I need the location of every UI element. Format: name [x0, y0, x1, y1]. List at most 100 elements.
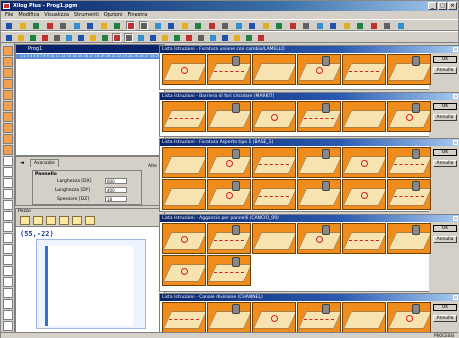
- machining-tool-21-icon[interactable]: [3, 266, 13, 276]
- open-icon[interactable]: [288, 21, 297, 30]
- collapse-icon[interactable]: ◄: [20, 160, 28, 166]
- machining-tool-26-icon[interactable]: [3, 321, 13, 331]
- view-right-icon[interactable]: [59, 216, 69, 225]
- rect-icon[interactable]: [196, 33, 205, 42]
- line-icon[interactable]: [160, 33, 169, 42]
- instruction-cell[interactable]: [297, 223, 341, 254]
- drill-icon[interactable]: [220, 33, 229, 42]
- instruction-cell[interactable]: [342, 223, 386, 254]
- rect-icon[interactable]: [52, 33, 61, 42]
- arc-icon[interactable]: [172, 33, 181, 42]
- print-icon[interactable]: [45, 21, 54, 30]
- close-button[interactable]: ×: [448, 2, 457, 10]
- instruction-cell[interactable]: [252, 179, 296, 210]
- instruction-cell[interactable]: [342, 147, 386, 178]
- instruction-cell[interactable]: [252, 223, 296, 254]
- instruction-cell[interactable]: [207, 54, 251, 85]
- instruction-cell[interactable]: [162, 179, 206, 210]
- instruction-cell[interactable]: [387, 101, 431, 132]
- machining-tool-6-icon[interactable]: [3, 101, 13, 111]
- machining-tool-12-icon[interactable]: [3, 167, 13, 177]
- machining-tool-24-icon[interactable]: [3, 299, 13, 309]
- instruction-cell[interactable]: [162, 302, 206, 333]
- grid-icon[interactable]: [220, 21, 229, 30]
- zoom-icon[interactable]: [166, 21, 175, 30]
- instruction-cell[interactable]: [297, 54, 341, 85]
- instruction-cell[interactable]: [297, 147, 341, 178]
- text-icon[interactable]: [64, 33, 73, 42]
- redo-icon[interactable]: [382, 21, 391, 30]
- length-field[interactable]: 400: [105, 187, 127, 193]
- circle-icon[interactable]: [184, 33, 193, 42]
- line-icon[interactable]: [16, 33, 25, 42]
- measure-icon[interactable]: [261, 21, 270, 30]
- instruction-cell[interactable]: [387, 223, 431, 254]
- instruction-cell[interactable]: [342, 101, 386, 132]
- instruction-cell[interactable]: [297, 302, 341, 333]
- instruction-cell[interactable]: [297, 101, 341, 132]
- tab-advanced[interactable]: Avanzate: [30, 159, 59, 167]
- pocket-icon[interactable]: [112, 33, 121, 42]
- instruction-cell[interactable]: [387, 54, 431, 85]
- menu-options[interactable]: Opzioni: [104, 12, 123, 18]
- cut-icon[interactable]: [244, 33, 253, 42]
- pointer-icon[interactable]: [148, 33, 157, 42]
- machining-tool-18-icon[interactable]: [3, 233, 13, 243]
- instruction-cell[interactable]: [162, 255, 206, 286]
- machining-tool-3-icon[interactable]: [3, 68, 13, 78]
- ok-button[interactable]: OK: [433, 304, 457, 311]
- ok-button[interactable]: OK: [433, 225, 457, 232]
- pointer-icon[interactable]: [4, 33, 13, 42]
- close-icon[interactable]: [453, 94, 458, 99]
- cancel-button[interactable]: Annulla: [433, 315, 457, 322]
- machining-tool-14-icon[interactable]: [3, 189, 13, 199]
- instruction-cell[interactable]: [387, 302, 431, 333]
- move-icon[interactable]: [153, 21, 162, 30]
- instruction-cell[interactable]: [162, 223, 206, 254]
- machining-tool-15-icon[interactable]: [3, 200, 13, 210]
- instruction-cell[interactable]: [162, 101, 206, 132]
- menu-edit[interactable]: Modifica: [18, 12, 39, 18]
- instruction-cell[interactable]: [207, 255, 251, 286]
- machining-tool-1-icon[interactable]: [3, 46, 13, 56]
- tool-icon[interactable]: [396, 21, 405, 30]
- menu-view[interactable]: Visualizza: [44, 12, 69, 18]
- instruction-cell[interactable]: [207, 302, 251, 333]
- instruction-cell[interactable]: [207, 101, 251, 132]
- instruction-cell[interactable]: [162, 54, 206, 85]
- help-icon[interactable]: [207, 21, 216, 30]
- instruction-cell[interactable]: [387, 147, 431, 178]
- instruction-cell[interactable]: [342, 179, 386, 210]
- machining-tool-20-icon[interactable]: [3, 255, 13, 265]
- paste-icon[interactable]: [85, 21, 94, 30]
- cancel-button[interactable]: Annulla: [433, 160, 457, 167]
- paste-icon[interactable]: [355, 21, 364, 30]
- menu-tools[interactable]: Strumenti: [74, 12, 99, 18]
- copy-icon[interactable]: [342, 21, 351, 30]
- machining-tool-11-icon[interactable]: [3, 156, 13, 166]
- view-back-icon[interactable]: [72, 216, 82, 225]
- arc-icon[interactable]: [28, 33, 37, 42]
- minimize-button[interactable]: _: [428, 2, 437, 10]
- cut-icon[interactable]: [100, 33, 109, 42]
- open-icon[interactable]: [18, 21, 27, 30]
- machining-tool-7-icon[interactable]: [3, 112, 13, 122]
- copy-icon[interactable]: [72, 21, 81, 30]
- close-icon[interactable]: [453, 295, 458, 300]
- instruction-cell[interactable]: [207, 223, 251, 254]
- undo-icon[interactable]: [369, 21, 378, 30]
- view-top-icon[interactable]: [20, 216, 30, 225]
- route-icon[interactable]: [88, 33, 97, 42]
- select-icon[interactable]: [139, 21, 148, 30]
- instruction-cell[interactable]: [387, 179, 431, 210]
- width-field[interactable]: 600: [105, 178, 127, 184]
- view-front-icon[interactable]: [33, 216, 43, 225]
- instruction-cell[interactable]: [207, 147, 251, 178]
- instruction-cell[interactable]: [297, 179, 341, 210]
- dim-icon[interactable]: [124, 33, 133, 42]
- instruction-cell[interactable]: [252, 101, 296, 132]
- tool-icon[interactable]: [125, 21, 135, 30]
- machining-tool-8-icon[interactable]: [3, 123, 13, 133]
- new-icon[interactable]: [4, 21, 13, 30]
- instruction-cell[interactable]: [252, 302, 296, 333]
